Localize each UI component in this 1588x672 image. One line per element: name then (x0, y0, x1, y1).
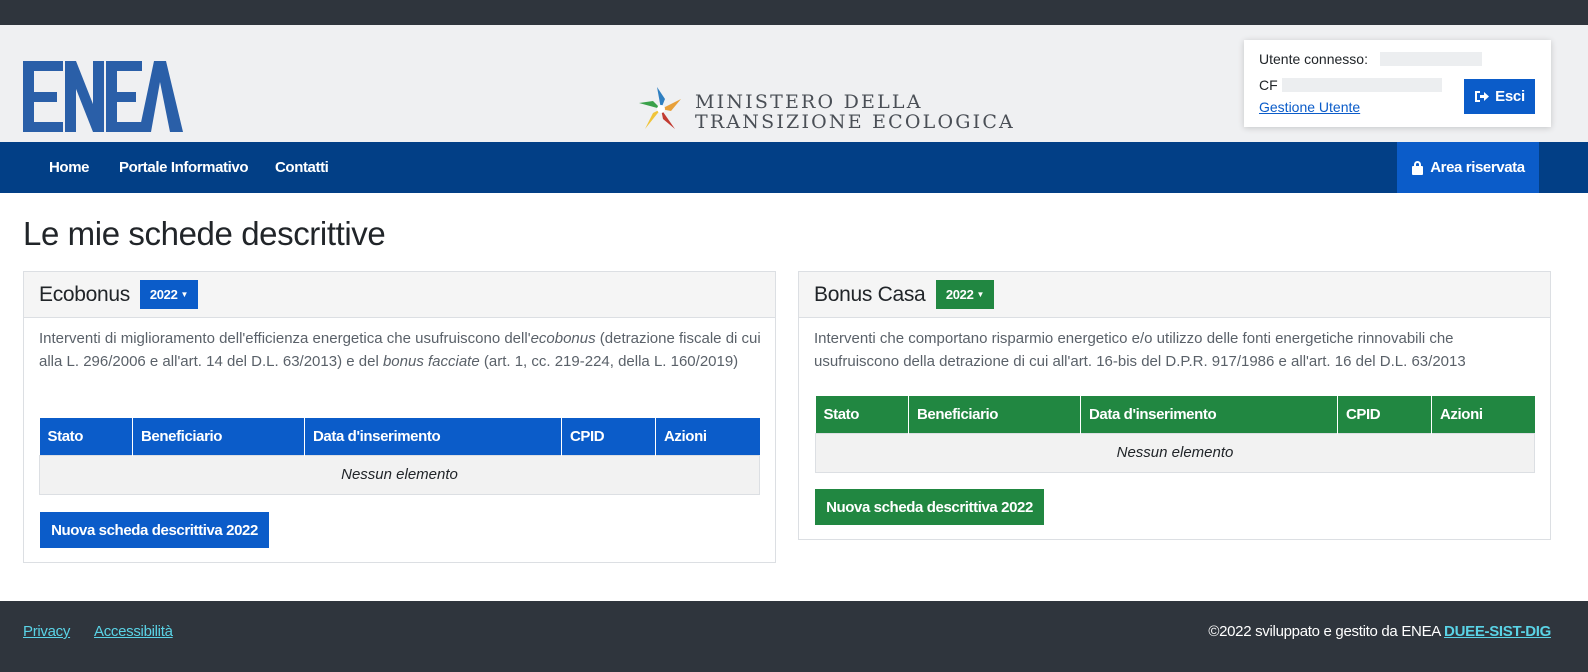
ecobonus-desc-part-1: Interventi di miglioramento dell'efficie… (39, 330, 531, 347)
nav-item-portale-informativo[interactable]: Portale Informativo (119, 159, 248, 176)
table-row: Nessun elemento (815, 432, 1535, 473)
table-row: Nessun elemento (39, 454, 760, 495)
column-header-stato[interactable]: Stato (815, 396, 909, 433)
site-footer: Privacy Accessibilità ©2022 sviluppato e… (0, 601, 1588, 672)
table-header-row: Stato Beneficiario Data d'inserimento CP… (815, 396, 1535, 433)
ecobonus-desc-em-2: bonus facciate (382, 352, 480, 370)
bonus-casa-card-header: Bonus Casa 2022 ▼ (799, 272, 1550, 318)
column-header-data-inserimento[interactable]: Data d'inserimento (304, 418, 562, 455)
bonus-casa-year: 2022 (945, 287, 974, 302)
ministry-line-2: TRANSIZIONE ECOLOGICA (695, 111, 1015, 133)
ecobonus-new-scheda-button[interactable]: Nuova scheda descrittiva 2022 (40, 512, 269, 548)
column-header-data-inserimento[interactable]: Data d'inserimento (1080, 396, 1338, 433)
copyright-label: ©2022 sviluppato e gestito da ENEA (1208, 623, 1441, 640)
empty-message: Nessun elemento (39, 454, 760, 495)
reserved-area-button[interactable]: Area riservata (1397, 142, 1539, 193)
empty-message: Nessun elemento (815, 432, 1535, 473)
chevron-down-icon: ▼ (976, 290, 985, 299)
bonus-casa-description: Interventi che comportano risparmio ener… (814, 330, 1466, 370)
bonus-casa-year-dropdown[interactable]: 2022 ▼ (936, 280, 994, 309)
top-strip (0, 0, 1588, 25)
user-name-placeholder (1380, 52, 1482, 66)
ministry-star-icon (639, 87, 681, 129)
duee-sist-dig-link[interactable]: DUEE-SIST-DIG (1444, 623, 1551, 640)
nav-item-contatti[interactable]: Contatti (275, 159, 329, 176)
chevron-down-icon: ▼ (180, 290, 189, 299)
ecobonus-card: Ecobonus 2022 ▼ Interventi di migliorame… (23, 271, 776, 563)
bonus-casa-table: Stato Beneficiario Data d'inserimento CP… (815, 396, 1535, 473)
site-header: MINISTERO DELLA TRANSIZIONE ECOLOGICA Ut… (0, 25, 1588, 142)
privacy-link[interactable]: Privacy (23, 623, 70, 640)
cf-value-placeholder (1282, 78, 1442, 92)
nav-item-home[interactable]: Home (49, 159, 89, 176)
table-header-row: Stato Beneficiario Data d'inserimento CP… (39, 418, 760, 455)
ecobonus-title: Ecobonus (39, 283, 131, 306)
gestione-utente-link[interactable]: Gestione Utente (1259, 99, 1360, 115)
bonus-casa-card: Bonus Casa 2022 ▼ Interventi che comport… (798, 271, 1551, 540)
main-nav: Home Portale Informativo Contatti Area r… (0, 142, 1588, 193)
ecobonus-card-header: Ecobonus 2022 ▼ (24, 272, 775, 318)
accessibility-link[interactable]: Accessibilità (94, 623, 173, 640)
page-title: Le mie schede descrittive (23, 215, 386, 252)
enea-logo[interactable] (23, 58, 183, 134)
column-header-beneficiario[interactable]: Beneficiario (132, 418, 305, 455)
bonus-casa-title: Bonus Casa (814, 283, 926, 306)
user-panel: Utente connesso: CF Gestione Utente Esci (1244, 40, 1551, 127)
ecobonus-year-dropdown[interactable]: 2022 ▼ (140, 280, 198, 309)
copyright-text: ©2022 sviluppato e gestito da ENEA DUEE-… (1208, 623, 1551, 640)
ecobonus-description: Interventi di miglioramento dell'efficie… (39, 328, 764, 373)
column-header-cpid[interactable]: CPID (1337, 396, 1432, 433)
reserved-area-label: Area riservata (1430, 159, 1525, 176)
lock-icon (1412, 161, 1424, 175)
column-header-stato[interactable]: Stato (39, 418, 133, 455)
ministry-logo: MINISTERO DELLA TRANSIZIONE ECOLOGICA (637, 85, 1013, 135)
ministry-line-1: MINISTERO DELLA (695, 91, 923, 113)
user-label: Utente connesso: (1259, 51, 1368, 67)
column-header-cpid[interactable]: CPID (561, 418, 656, 455)
logout-button[interactable]: Esci (1464, 79, 1535, 114)
bonus-casa-new-scheda-button[interactable]: Nuova scheda descrittiva 2022 (815, 489, 1044, 525)
column-header-azioni[interactable]: Azioni (656, 418, 760, 455)
ecobonus-desc-part-3: (art. 1, cc. 219-224, della L. 160/2019) (479, 352, 739, 370)
ecobonus-year: 2022 (149, 287, 178, 302)
column-header-azioni[interactable]: Azioni (1432, 396, 1535, 433)
cf-label: CF (1259, 77, 1278, 93)
sign-out-icon (1475, 91, 1490, 102)
ecobonus-table: Stato Beneficiario Data d'inserimento CP… (39, 418, 760, 495)
logout-label: Esci (1495, 88, 1525, 105)
ecobonus-desc-em-1: ecobonus (530, 330, 596, 347)
column-header-beneficiario[interactable]: Beneficiario (908, 396, 1081, 433)
